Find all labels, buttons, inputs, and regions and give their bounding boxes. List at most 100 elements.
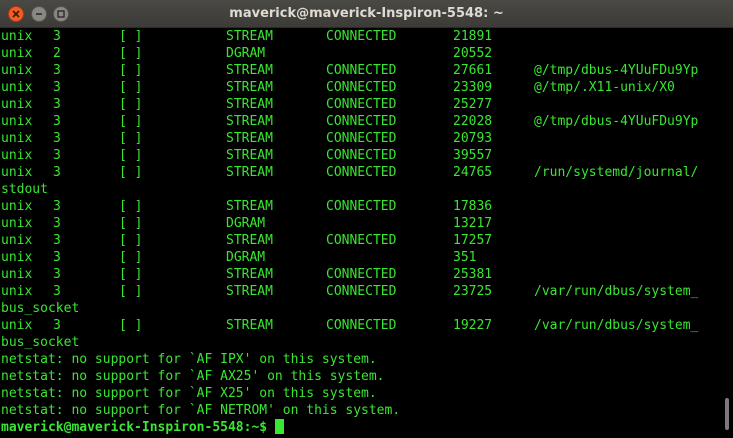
output-text: stdout <box>1 182 48 197</box>
state-cell: CONNECTED <box>326 97 397 112</box>
refcnt-cell: 3 <box>53 131 61 146</box>
output-text: bus_socket <box>1 301 80 316</box>
inode-cell: 19227 <box>453 318 493 333</box>
output-line: netstat: no support for `AF AX25' on thi… <box>1 368 719 385</box>
flags-cell: [ ] <box>119 63 143 78</box>
socket-row: unix 3 [ ] STREAM CONNECTED 19227/var/run/dbu… <box>1 317 719 334</box>
terminal-window: maverick@maverick-Inspiron-5548: ~ unix 3… <box>0 0 733 438</box>
inode-cell: 25381 <box>453 267 493 282</box>
refcnt-cell: 3 <box>53 148 61 163</box>
proto-cell: unix <box>1 250 33 265</box>
proto-cell: unix <box>1 29 33 44</box>
state-cell: CONNECTED <box>326 63 397 78</box>
type-cell: DGRAM <box>226 46 266 61</box>
output-text: netstat: no support for `AF X25' on this… <box>1 386 377 401</box>
output-line: netstat: no support for `AF IPX' on this… <box>1 351 719 368</box>
proto-cell: unix <box>1 284 33 299</box>
type-cell: STREAM <box>226 165 273 180</box>
type-cell: STREAM <box>226 199 273 214</box>
type-cell: STREAM <box>226 284 273 299</box>
inode-cell: 20552 <box>453 46 493 61</box>
prompt-line[interactable]: maverick@maverick-Inspiron-5548:~$ <box>1 419 719 436</box>
socket-row: unix 3 [ ] STREAM CONNECTED 23309 @/tmp/.X11-u… <box>1 79 719 96</box>
output-text: netstat: no support for `AF NETROM' on t… <box>1 403 401 418</box>
state-cell: CONNECTED <box>326 29 397 44</box>
prompt-suffix: :~$ <box>243 420 275 435</box>
inode-cell: 27661 <box>453 63 493 78</box>
proto-cell: unix <box>1 97 33 112</box>
flags-cell: [ ] <box>119 284 143 299</box>
flags-cell: [ ] <box>119 199 143 214</box>
proto-cell: unix <box>1 318 33 333</box>
proto-cell: unix <box>1 233 33 248</box>
flags-cell: [ ] <box>119 267 143 282</box>
socket-row: unix 3 [ ] STREAM CONNECTED 20793 <box>1 130 719 147</box>
socket-row: unix 3 [ ] STREAM CONNECTED 23725/var/run/dbu… <box>1 283 719 300</box>
refcnt-cell: 3 <box>53 284 61 299</box>
scrollbar-thumb[interactable] <box>725 398 729 430</box>
terminal-output[interactable]: unix 3 [ ] STREAM CONNECTED 21891 unix 2 [ ] DGRA… <box>1 28 719 438</box>
flags-cell: [ ] <box>119 165 143 180</box>
flags-cell: [ ] <box>119 29 143 44</box>
type-cell: STREAM <box>226 63 273 78</box>
output-line: bus_socket <box>1 300 719 317</box>
output-text: netstat: no support for `AF AX25' on thi… <box>1 369 385 384</box>
flags-cell: [ ] <box>119 80 143 95</box>
inode-cell: 21891 <box>453 29 493 44</box>
output-line: netstat: no support for `AF X25' on this… <box>1 385 719 402</box>
text-cursor <box>274 419 284 434</box>
socket-row: unix 3 [ ] STREAM CONNECTED 25381 <box>1 266 719 283</box>
inode-cell: 13217 <box>453 216 493 231</box>
type-cell: STREAM <box>226 148 273 163</box>
flags-cell: [ ] <box>119 46 143 61</box>
state-cell: CONNECTED <box>326 148 397 163</box>
state-cell: CONNECTED <box>326 199 397 214</box>
socket-row: unix 3 [ ] STREAM CONNECTED 21891 <box>1 28 719 45</box>
prompt: maverick@maverick-Inspiron-5548:~$ <box>1 419 284 436</box>
output-line: stdout <box>1 181 719 198</box>
path-cell: @/tmp/dbus-4YUuFDu9Yp <box>534 114 699 129</box>
type-cell: STREAM <box>226 318 273 333</box>
flags-cell: [ ] <box>119 97 143 112</box>
path-cell: /var/run/dbus/system_ <box>534 284 699 299</box>
proto-cell: unix <box>1 148 33 163</box>
type-cell: DGRAM <box>226 250 266 265</box>
proto-cell: unix <box>1 46 33 61</box>
type-cell: STREAM <box>226 131 273 146</box>
scrollbar[interactable] <box>721 28 733 438</box>
socket-row: unix 3 [ ] DGRAM 351 <box>1 249 719 266</box>
refcnt-cell: 2 <box>53 46 61 61</box>
refcnt-cell: 3 <box>53 250 61 265</box>
inode-cell: 25277 <box>453 97 493 112</box>
refcnt-cell: 3 <box>53 233 61 248</box>
state-cell: CONNECTED <box>326 318 397 333</box>
proto-cell: unix <box>1 131 33 146</box>
state-cell: CONNECTED <box>326 114 397 129</box>
type-cell: DGRAM <box>226 216 266 231</box>
refcnt-cell: 3 <box>53 80 61 95</box>
state-cell: CONNECTED <box>326 267 397 282</box>
proto-cell: unix <box>1 199 33 214</box>
state-cell: CONNECTED <box>326 284 397 299</box>
state-cell: CONNECTED <box>326 80 397 95</box>
path-cell: /run/systemd/journal/ <box>534 165 699 180</box>
proto-cell: unix <box>1 63 33 78</box>
refcnt-cell: 3 <box>53 29 61 44</box>
path-cell: @/tmp/.X11-unix/X0 <box>534 80 675 95</box>
inode-cell: 20793 <box>453 131 493 146</box>
flags-cell: [ ] <box>119 250 143 265</box>
type-cell: STREAM <box>226 114 273 129</box>
type-cell: STREAM <box>226 267 273 282</box>
flags-cell: [ ] <box>119 114 143 129</box>
proto-cell: unix <box>1 165 33 180</box>
titlebar: maverick@maverick-Inspiron-5548: ~ <box>0 0 733 28</box>
inode-cell: 39557 <box>453 148 493 163</box>
inode-cell: 22028 <box>453 114 493 129</box>
path-cell: @/tmp/dbus-4YUuFDu9Yp <box>534 63 699 78</box>
state-cell: CONNECTED <box>326 131 397 146</box>
type-cell: STREAM <box>226 80 273 95</box>
flags-cell: [ ] <box>119 216 143 231</box>
output-line: bus_socket <box>1 334 719 351</box>
inode-cell: 24765 <box>453 165 493 180</box>
socket-row: unix 3 [ ] STREAM CONNECTED 24765/run/systemd… <box>1 164 719 181</box>
